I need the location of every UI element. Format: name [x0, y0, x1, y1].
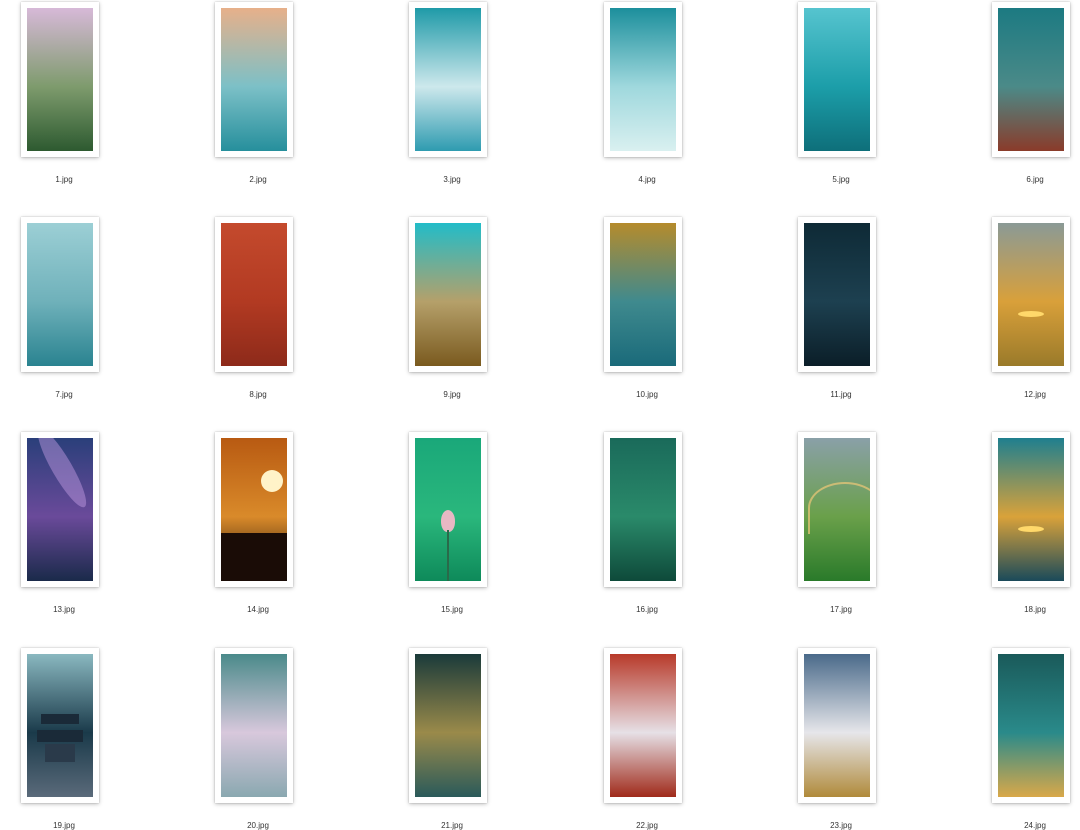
bronze-lion-icon — [998, 654, 1064, 797]
file-name-label: 9.jpg — [443, 390, 461, 399]
file-thumbnail[interactable] — [992, 2, 1070, 157]
clouds-over-sea-icon — [27, 223, 93, 366]
lotus-pond-boat-icon — [610, 438, 676, 581]
file-name-label: 15.jpg — [441, 605, 463, 614]
file-thumbnail[interactable] — [409, 2, 487, 157]
file-grid: 1.jpg 2.jpg 3.jpg 4.jpg 5.jpg 6.jpg 7.jpg 8.jpg… — [0, 0, 1080, 830]
file-thumbnail[interactable] — [604, 432, 682, 587]
file-name-label: 1.jpg — [55, 175, 73, 184]
file-thumbnail[interactable] — [604, 648, 682, 803]
file-thumbnail[interactable] — [798, 432, 876, 587]
file-name-label: 4.jpg — [638, 175, 656, 184]
pagoda-reflection-icon — [804, 223, 870, 366]
file-name-label: 6.jpg — [1026, 175, 1044, 184]
file-thumbnail[interactable] — [409, 432, 487, 587]
palace-eaves-icon — [415, 654, 481, 797]
file-thumbnail[interactable] — [215, 432, 293, 587]
file-name-label: 20.jpg — [247, 821, 269, 830]
persimmon-branch-red-wall-icon — [221, 223, 287, 366]
file-thumbnail[interactable] — [992, 648, 1070, 803]
file-name-label: 10.jpg — [636, 390, 658, 399]
file-thumbnail[interactable] — [409, 217, 487, 372]
file-thumbnail[interactable] — [215, 2, 293, 157]
file-thumbnail[interactable] — [21, 2, 99, 157]
file-name-label: 13.jpg — [53, 605, 75, 614]
file-name-label: 7.jpg — [55, 390, 73, 399]
file-thumbnail[interactable] — [604, 2, 682, 157]
file-name-label: 16.jpg — [636, 605, 658, 614]
file-name-label: 22.jpg — [636, 821, 658, 830]
palace-roof-icon — [998, 8, 1064, 151]
file-thumbnail[interactable] — [992, 217, 1070, 372]
deer-on-snow-icon — [610, 8, 676, 151]
sunset-field-icon — [998, 223, 1064, 366]
frosted-tree-icon — [415, 8, 481, 151]
file-name-label: 2.jpg — [249, 175, 267, 184]
file-thumbnail[interactable] — [798, 217, 876, 372]
autumn-river-icon — [610, 223, 676, 366]
blossom-valley-icon — [221, 654, 287, 797]
sunset-wetland-icon — [998, 438, 1064, 581]
file-name-label: 14.jpg — [247, 605, 269, 614]
file-thumbnail[interactable] — [215, 648, 293, 803]
file-thumbnail[interactable] — [21, 217, 99, 372]
file-name-label: 19.jpg — [53, 821, 75, 830]
file-name-label: 3.jpg — [443, 175, 461, 184]
file-thumbnail[interactable] — [992, 432, 1070, 587]
frozen-sea-sunset-icon — [221, 8, 287, 151]
file-thumbnail[interactable] — [215, 217, 293, 372]
file-name-label: 8.jpg — [249, 390, 267, 399]
file-name-label: 12.jpg — [1024, 390, 1046, 399]
great-wall-clouds-icon — [804, 654, 870, 797]
file-thumbnail[interactable] — [798, 648, 876, 803]
file-thumbnail[interactable] — [21, 648, 99, 803]
file-name-label: 5.jpg — [832, 175, 850, 184]
file-name-label: 18.jpg — [1024, 605, 1046, 614]
file-name-label: 17.jpg — [830, 605, 852, 614]
file-thumbnail[interactable] — [21, 432, 99, 587]
file-thumbnail[interactable] — [604, 217, 682, 372]
temple-of-heaven-icon — [27, 654, 93, 797]
cherry-blossom-branch-icon — [27, 8, 93, 151]
turquoise-ice-icon — [804, 8, 870, 151]
file-name-label: 23.jpg — [830, 821, 852, 830]
file-thumbnail[interactable] — [409, 648, 487, 803]
mountain-valley-icon — [415, 223, 481, 366]
blossoms-red-wall-icon — [610, 654, 676, 797]
file-name-label: 21.jpg — [441, 821, 463, 830]
file-thumbnail[interactable] — [798, 2, 876, 157]
file-name-label: 24.jpg — [1024, 821, 1046, 830]
file-name-label: 11.jpg — [830, 390, 852, 399]
